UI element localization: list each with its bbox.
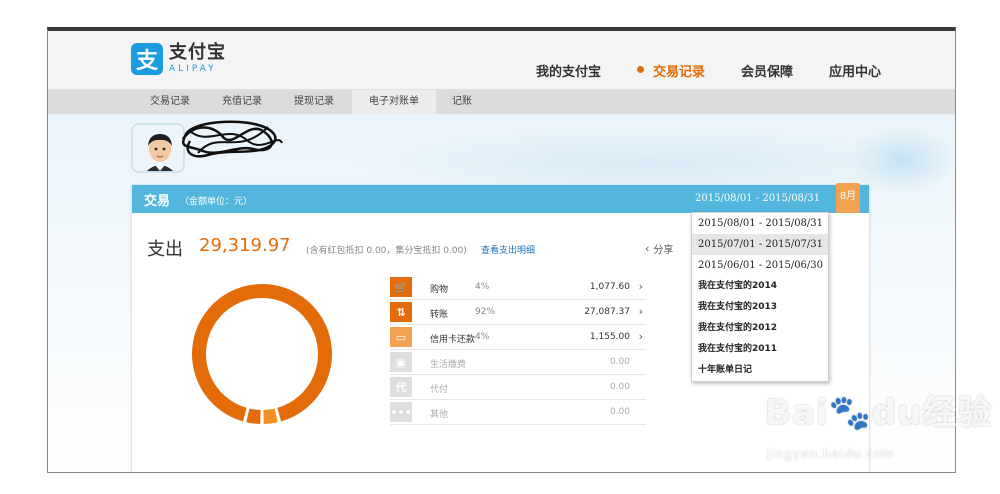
category-amount: 27,087.37 xyxy=(584,307,630,317)
card-header: 交易 （金额单位：元） 2015/08/01 - 2015/08/31 8月 xyxy=(132,183,869,213)
subnav-e-statement[interactable]: 电子对账单 xyxy=(352,90,436,114)
dropdown-option[interactable]: 2015/08/01 - 2015/08/31 xyxy=(692,213,828,234)
top-navigation: 我的支付宝 交易记录 会员保障 应用中心 xyxy=(536,61,917,80)
chevron-right-icon: › xyxy=(638,330,643,343)
avatar[interactable] xyxy=(131,123,185,173)
credit-card-icon: ▭ xyxy=(390,327,412,347)
dropdown-option[interactable]: 2015/06/01 - 2015/06/30 xyxy=(692,255,828,276)
chevron-right-icon: › xyxy=(638,305,643,318)
baidu-jingyan-watermark: Bai🐾du经验 jingyan.baidu.com xyxy=(765,385,995,485)
share-icon: ‹ xyxy=(645,242,650,255)
category-percent: 4% xyxy=(475,332,490,342)
dropdown-option[interactable]: 十年账单日记 xyxy=(692,360,828,381)
dropdown-option[interactable]: 我在支付宝的2014 xyxy=(692,276,828,297)
redacted-username xyxy=(181,120,283,158)
view-spend-details-link[interactable]: 查看支出明细 xyxy=(481,243,535,256)
subnav-transaction-records[interactable]: 交易记录 xyxy=(136,90,204,114)
pay-for-others-icon: 代 xyxy=(390,377,412,397)
dropdown-option[interactable]: 我在支付宝的2013 xyxy=(692,297,828,318)
spend-amount: 29,319.97 xyxy=(199,235,291,256)
logo-name-en: ALIPAY xyxy=(169,64,217,74)
date-range-dropdown: 2015/08/01 - 2015/08/31 2015/07/01 - 2015… xyxy=(691,212,829,382)
category-amount: 0.00 xyxy=(609,407,630,417)
watermark-logo: Bai🐾du经验 xyxy=(765,393,993,433)
topnav-app-center[interactable]: 应用中心 xyxy=(829,61,881,80)
share-label: 分享 xyxy=(653,245,674,256)
category-row: ••• 其他 0.00 xyxy=(390,400,646,425)
subnav-bookkeeping[interactable]: 记账 xyxy=(440,90,484,114)
site-header: 支 支付宝 ALIPAY 我的支付宝 交易记录 会员保障 应用中心 xyxy=(48,31,955,90)
alipay-logo-icon: 支 xyxy=(131,43,163,75)
spend-note: (含有红包抵扣 0.00，集分宝抵扣 0.00) xyxy=(306,246,467,256)
category-name: 信用卡还款 xyxy=(430,335,476,345)
category-name: 购物 xyxy=(430,285,449,295)
category-name: 生活缴费 xyxy=(430,360,467,370)
share-button[interactable]: ‹ 分享 xyxy=(645,241,673,256)
card-unit: （金额单位：元） xyxy=(180,197,253,207)
chevron-right-icon: › xyxy=(638,280,643,293)
donut-slice xyxy=(263,408,278,424)
shopping-cart-icon: 🛒 xyxy=(390,277,412,297)
category-amount: 0.00 xyxy=(609,357,630,367)
category-percent: 92% xyxy=(475,307,496,317)
alipay-logo[interactable]: 支 支付宝 ALIPAY xyxy=(131,43,226,75)
watermark-url: jingyan.baidu.com xyxy=(767,447,895,461)
topnav-member-protection[interactable]: 会员保障 xyxy=(741,61,793,80)
subnav-recharge-records[interactable]: 充值记录 xyxy=(208,90,276,114)
category-row: 代 代付 0.00 xyxy=(390,375,646,400)
date-range-selector[interactable]: 2015/08/01 - 2015/08/31 xyxy=(695,193,820,204)
donut-slice xyxy=(192,284,332,422)
topnav-transactions[interactable]: 交易记录 xyxy=(637,61,705,80)
topnav-my-alipay[interactable]: 我的支付宝 xyxy=(536,61,601,80)
sub-navigation: 交易记录 充值记录 提现记录 电子对账单 记账 xyxy=(48,90,955,114)
dropdown-option[interactable]: 2015/07/01 - 2015/07/31 xyxy=(692,234,828,255)
category-name: 代付 xyxy=(430,385,449,395)
category-list: 🛒 购物 4% 1,077.60 › ⇅ 转账 92% 27,087.37 › ▭ 信用卡还款 4% 1,… xyxy=(390,275,646,425)
category-row[interactable]: ▭ 信用卡还款 4% 1,155.00 › xyxy=(390,325,646,350)
category-name: 转账 xyxy=(430,310,449,320)
transfer-icon: ⇅ xyxy=(390,302,412,322)
card-title: 交易 xyxy=(144,194,171,209)
donut-slice xyxy=(246,408,261,424)
utility-icon: ▣ xyxy=(390,352,412,372)
category-amount: 1,077.60 xyxy=(589,282,630,292)
category-row[interactable]: 🛒 购物 4% 1,077.60 › xyxy=(390,275,646,300)
category-row: ▣ 生活缴费 0.00 xyxy=(390,350,646,375)
category-amount: 1,155.00 xyxy=(589,332,630,342)
logo-name-cn: 支付宝 xyxy=(169,42,226,63)
month-tag: 8月 xyxy=(836,183,860,213)
spending-donut-chart xyxy=(192,284,332,424)
category-amount: 0.00 xyxy=(609,382,630,392)
subnav-withdraw-records[interactable]: 提现记录 xyxy=(280,90,348,114)
category-percent: 4% xyxy=(475,282,490,292)
category-row[interactable]: ⇅ 转账 92% 27,087.37 › xyxy=(390,300,646,325)
more-icon: ••• xyxy=(390,402,412,422)
dropdown-option[interactable]: 我在支付宝的2012 xyxy=(692,318,828,339)
dropdown-option[interactable]: 我在支付宝的2011 xyxy=(692,339,828,360)
category-name: 其他 xyxy=(430,410,449,420)
spend-label: 支出 xyxy=(147,239,183,260)
